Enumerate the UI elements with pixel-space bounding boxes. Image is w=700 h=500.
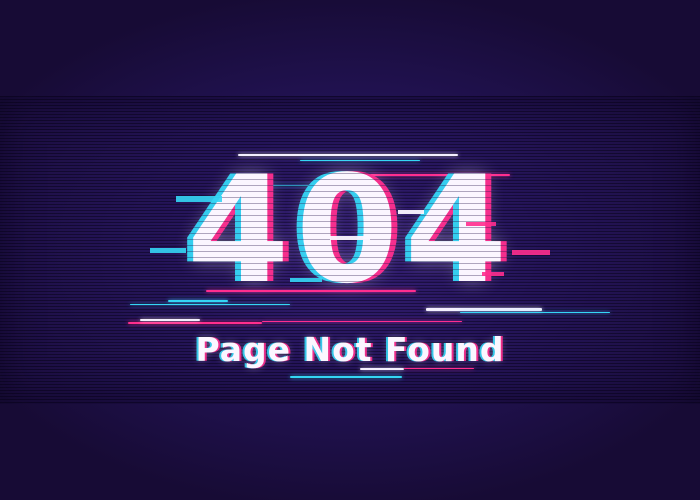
- glitch-streak: [460, 312, 610, 313]
- glitch-streak: [206, 290, 416, 292]
- glitch-cut: [330, 236, 370, 240]
- glitch-cut: [176, 196, 222, 202]
- glitch-cut: [482, 272, 504, 276]
- glitch-cut: [290, 278, 322, 282]
- glitch-streak: [426, 308, 542, 311]
- glitch-streak: [404, 368, 474, 369]
- glitch-streak: [128, 322, 262, 324]
- glitch-cut: [512, 250, 550, 255]
- glitch-cut: [150, 248, 186, 253]
- glitch-streak: [290, 376, 402, 378]
- error-message: Page Not Found: [195, 330, 505, 369]
- glitch-streak: [168, 300, 228, 302]
- glitch-streak: [140, 319, 200, 321]
- glitch-cut: [466, 222, 496, 226]
- glitch-streak: [262, 321, 462, 322]
- error-message-container: Page Not Found: [0, 326, 700, 374]
- glitch-cut: [398, 210, 424, 214]
- error-code: 404: [186, 144, 514, 316]
- glitch-streak: [360, 368, 404, 370]
- error-code-container: 404: [0, 150, 700, 310]
- glitch-streak: [130, 304, 290, 305]
- error-page: 404 Page Not Found: [0, 0, 700, 500]
